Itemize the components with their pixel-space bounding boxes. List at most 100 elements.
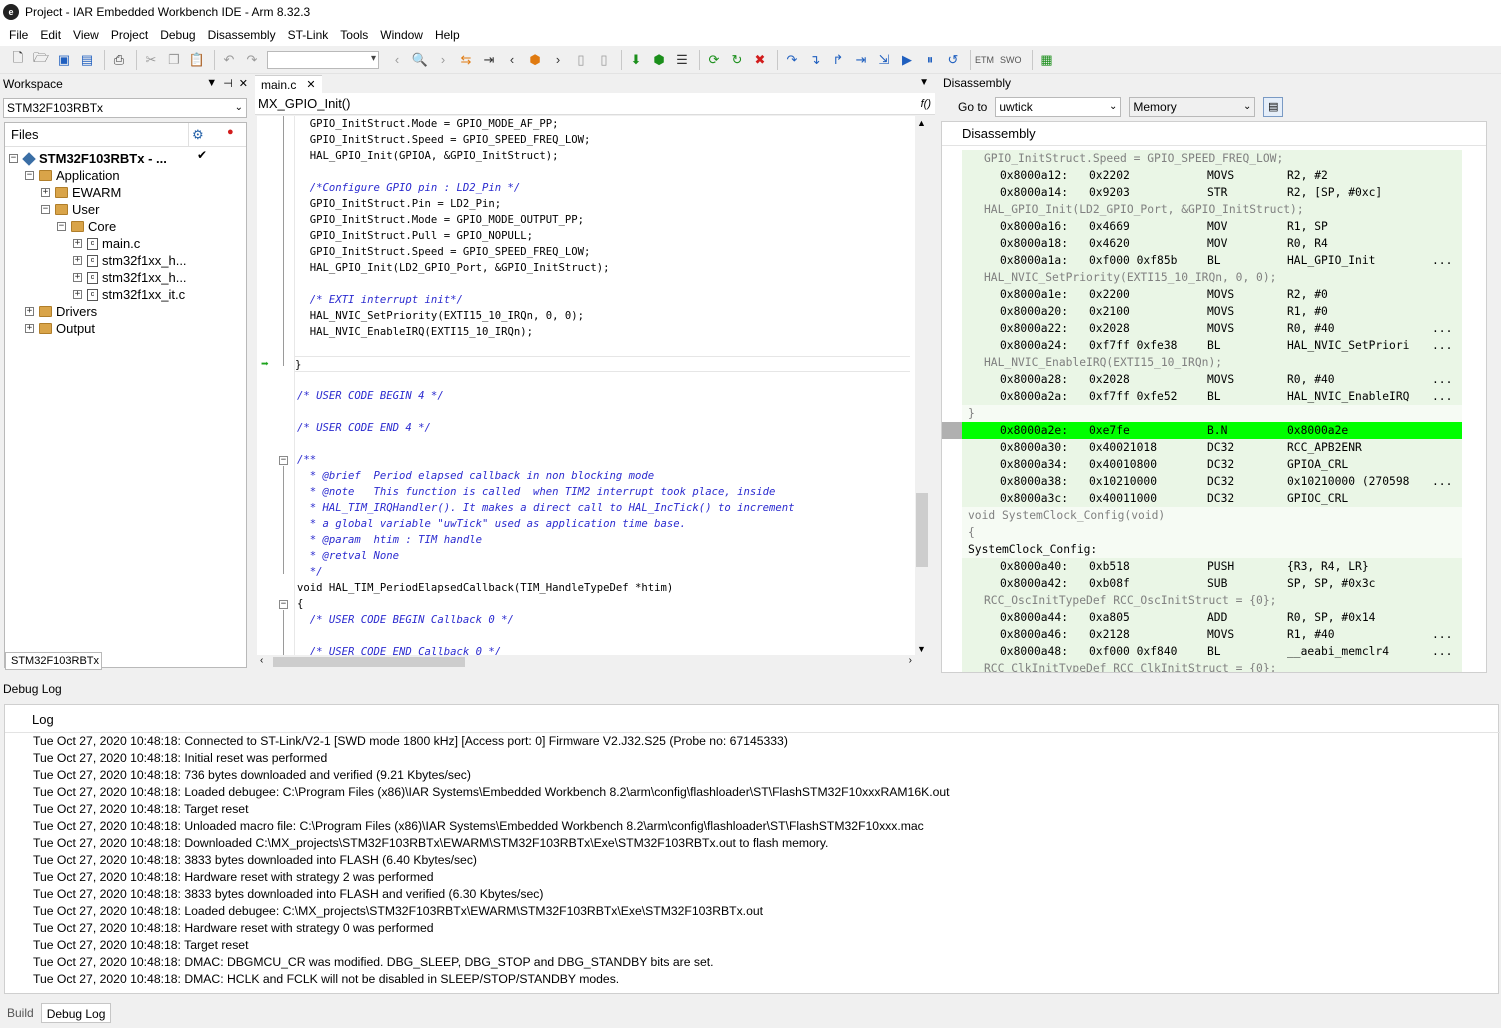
- code-line[interactable]: GPIO_InitStruct.Pull = GPIO_NOPULL;: [297, 228, 533, 244]
- fold-toggle-icon[interactable]: −: [279, 600, 288, 609]
- code-line[interactable]: * HAL_TIM_IRQHandler(). It makes a direc…: [297, 500, 795, 516]
- save-all-icon[interactable]: ▤: [77, 50, 97, 70]
- pin-icon[interactable]: ⊣: [223, 77, 233, 90]
- go-icon[interactable]: ↻: [727, 50, 747, 70]
- tab-debug-log[interactable]: Debug Log: [40, 1003, 112, 1023]
- close-icon[interactable]: ✕: [239, 77, 248, 90]
- menu-view[interactable]: View: [67, 24, 105, 46]
- disassembly-row[interactable]: 0x8000a22: 0x2028 MOVS R0, #40...: [962, 320, 1462, 337]
- save-icon[interactable]: ▣: [54, 50, 74, 70]
- step-out-icon[interactable]: ↱: [828, 50, 848, 70]
- workspace-config-tab[interactable]: STM32F103RBTx: [5, 652, 102, 670]
- configuration-select[interactable]: STM32F103RBTx ⌄: [3, 98, 247, 118]
- step-over-icon[interactable]: ↷: [782, 50, 802, 70]
- disassembly-row[interactable]: 0x8000a1a: 0xf000 0xf85b BL HAL_GPIO_Init..…: [962, 252, 1462, 269]
- next-statement-icon[interactable]: ⇥: [851, 50, 871, 70]
- code-editor[interactable]: ➡ GPIO_InitStruct.Mode = GPIO_MODE_AF_PP…: [257, 116, 915, 656]
- disassembly-row[interactable]: 0x8000a20: 0x2100 MOVS R1, #0: [962, 303, 1462, 320]
- copy-icon[interactable]: ❐: [164, 50, 184, 70]
- navigate-forward-icon[interactable]: ›: [548, 50, 568, 70]
- menu-help[interactable]: Help: [429, 24, 466, 46]
- etm-button[interactable]: ETM: [975, 55, 994, 65]
- current-instruction-row[interactable]: 0x8000a2e: 0xe7fe B.N 0x8000a2e: [962, 422, 1462, 439]
- expand-icon[interactable]: +: [73, 239, 82, 248]
- disassembly-row[interactable]: 0x8000a2a: 0xf7ff 0xfe52 BL HAL_NVIC_Enable…: [962, 388, 1462, 405]
- code-line[interactable]: GPIO_InitStruct.Pin = LD2_Pin;: [297, 196, 501, 212]
- menu-project[interactable]: Project: [105, 24, 154, 46]
- download-debug-icon[interactable]: ⬇: [626, 50, 646, 70]
- code-line[interactable]: * @brief Period elapsed callback in non …: [297, 468, 654, 484]
- disassembly-row[interactable]: 0x8000a24: 0xf7ff 0xfe38 BL HAL_NVIC_SetPri…: [962, 337, 1462, 354]
- debug-no-download-icon[interactable]: ⬢: [649, 50, 669, 70]
- disassembly-row[interactable]: 0x8000a1e: 0x2200 MOVS R2, #0: [962, 286, 1462, 303]
- tab-main-c[interactable]: main.c ✕: [255, 75, 322, 93]
- disassembly-row[interactable]: 0x8000a18: 0x4620 MOV R0, R4: [962, 235, 1462, 252]
- disassembly-row[interactable]: RCC_OscInitTypeDef RCC_OscInitStruct = {…: [962, 592, 1462, 609]
- disassembly-row[interactable]: 0x8000a14: 0x9203 STR R2, [SP, #0xc]: [962, 184, 1462, 201]
- disassembly-row[interactable]: 0x8000a30: 0x40021018 DC32 RCC_APB2ENR: [962, 439, 1462, 456]
- editor-gutter[interactable]: [257, 116, 295, 656]
- menu-tools[interactable]: Tools: [334, 24, 374, 46]
- scroll-down-icon[interactable]: ▼: [917, 644, 926, 654]
- disassembly-row[interactable]: 0x8000a40: 0xb518 PUSH {R3, R4, LR}: [962, 558, 1462, 575]
- disassembly-row[interactable]: 0x8000a48: 0xf000 0xf840 BL __aeabi_memclr4…: [962, 643, 1462, 660]
- scroll-left-icon[interactable]: ‹: [260, 655, 263, 666]
- code-line[interactable]: * @note This function is called when TIM…: [297, 484, 776, 500]
- code-line[interactable]: /* USER CODE BEGIN Callback 0 */: [297, 612, 514, 628]
- code-line[interactable]: HAL_NVIC_EnableIRQ(EXTI15_10_IRQn);: [297, 324, 533, 340]
- disassembly-options-button[interactable]: ▤: [1263, 97, 1284, 117]
- disassembly-row[interactable]: 0x8000a42: 0xb08f SUB SP, SP, #0x3c: [962, 575, 1462, 592]
- function-bar[interactable]: MX_GPIO_Init() f(): [255, 93, 935, 115]
- disassembly-row[interactable]: }: [962, 405, 1462, 422]
- replace-icon[interactable]: ⇆: [456, 50, 476, 70]
- fold-toggle-icon[interactable]: −: [279, 456, 288, 465]
- close-tab-icon[interactable]: ✕: [306, 76, 315, 94]
- disassembly-row[interactable]: HAL_NVIC_EnableIRQ(EXTI15_10_IRQn);: [962, 354, 1462, 371]
- disassembly-row[interactable]: GPIO_InitStruct.Speed = GPIO_SPEED_FREQ_…: [962, 150, 1462, 167]
- gear-icon[interactable]: ⚙: [192, 127, 204, 143]
- disassembly-row[interactable]: RCC_ClkInitTypeDef RCC_ClkInitStruct = {…: [962, 660, 1462, 672]
- disassembly-row[interactable]: 0x8000a3c: 0x40011000 DC32 GPIOC_CRL: [962, 490, 1462, 507]
- code-line[interactable]: HAL_NVIC_SetPriority(EXTI15_10_IRQn, 0, …: [297, 308, 584, 324]
- find-next-icon[interactable]: ›: [433, 50, 453, 70]
- disassembly-row[interactable]: 0x8000a44: 0xa805 ADD R0, SP, #0x14: [962, 609, 1462, 626]
- log-view[interactable]: Log Tue Oct 27, 2020 10:48:18: Connected…: [4, 704, 1500, 994]
- disassembly-view[interactable]: Disassembly GPIO_InitStruct.Speed = GPIO…: [941, 121, 1487, 673]
- disassembly-row[interactable]: 0x8000a46: 0x2128 MOVS R1, #40...: [962, 626, 1462, 643]
- function-list-icon[interactable]: f(): [921, 93, 931, 115]
- code-line[interactable]: /* EXTI interrupt init*/: [297, 292, 463, 308]
- disassembly-row[interactable]: 0x8000a28: 0x2028 MOVS R0, #40...: [962, 371, 1462, 388]
- find-previous-icon[interactable]: ‹: [387, 50, 407, 70]
- disassembly-row[interactable]: HAL_NVIC_SetPriority(EXTI15_10_IRQn, 0, …: [962, 269, 1462, 286]
- code-line[interactable]: * a global variable "uwTick" used as app…: [297, 516, 686, 532]
- code-line[interactable]: /*Configure GPIO pin : LD2_Pin */: [297, 180, 520, 196]
- scroll-right-icon[interactable]: ›: [909, 655, 912, 666]
- disassembly-row[interactable]: 0x8000a34: 0x40010800 DC32 GPIOA_CRL: [962, 456, 1462, 473]
- code-line[interactable]: GPIO_InitStruct.Mode = GPIO_MODE_OUTPUT_…: [297, 212, 584, 228]
- swo-button[interactable]: SWO: [1000, 55, 1022, 65]
- new-file-icon[interactable]: 🗋: [8, 50, 28, 70]
- collapse-icon[interactable]: −: [41, 205, 50, 214]
- goto-icon[interactable]: ⇥: [479, 50, 499, 70]
- tree-item[interactable]: − STM32F103RBTx - ...: [9, 150, 167, 167]
- open-file-icon[interactable]: 🗁: [31, 50, 51, 70]
- disassembly-row[interactable]: SystemClock_Config:: [962, 541, 1462, 558]
- next-bookmark-icon[interactable]: ▯: [594, 50, 614, 70]
- expand-icon[interactable]: +: [73, 290, 82, 299]
- tree-item[interactable]: − Core: [57, 218, 116, 235]
- code-line[interactable]: * @retval None: [297, 548, 399, 564]
- find-icon[interactable]: 🔍: [410, 50, 430, 70]
- code-line[interactable]: void HAL_TIM_PeriodElapsedCallback(TIM_H…: [297, 580, 673, 596]
- expand-icon[interactable]: +: [25, 324, 34, 333]
- make-icon[interactable]: ☰: [672, 50, 692, 70]
- find-combo[interactable]: [267, 50, 379, 69]
- menu-debug[interactable]: Debug: [154, 24, 201, 46]
- expand-icon[interactable]: +: [73, 256, 82, 265]
- scrollbar-thumb[interactable]: [273, 657, 465, 667]
- menu-window[interactable]: Window: [374, 24, 429, 46]
- reset-dropdown-icon[interactable]: ↺: [943, 50, 963, 70]
- pane-menu-icon[interactable]: ▼: [206, 77, 217, 90]
- editor-vertical-scrollbar[interactable]: ▲ ▼: [915, 116, 929, 656]
- reset-icon[interactable]: ⟳: [704, 50, 724, 70]
- collapse-icon[interactable]: −: [25, 171, 34, 180]
